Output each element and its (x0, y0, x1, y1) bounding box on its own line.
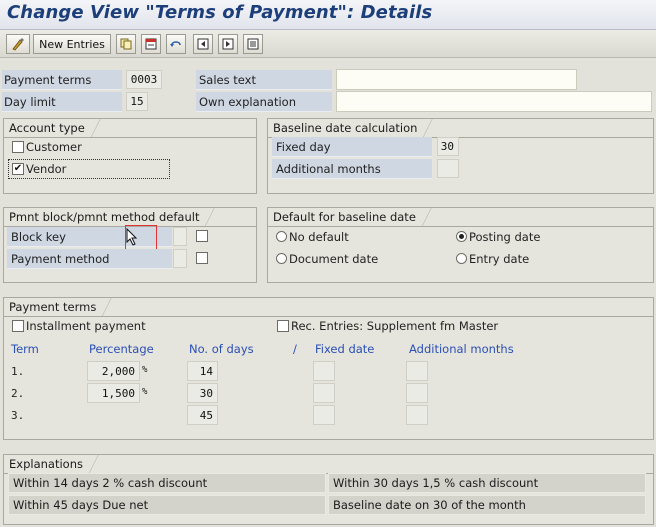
fixed-date-column-header: Fixed date (315, 342, 375, 356)
own-explanation-input[interactable] (336, 91, 652, 112)
mouse-cursor-icon (126, 227, 140, 249)
fixed-date-field[interactable] (313, 361, 335, 381)
percent-unit: % (142, 365, 148, 375)
payment-method-field[interactable] (173, 249, 187, 268)
column-separator: / (293, 342, 297, 356)
additional-months-cell[interactable] (406, 383, 428, 403)
sales-text-input[interactable] (336, 69, 577, 90)
copy-icon[interactable] (116, 34, 136, 54)
fixed-day-label: Fixed day (276, 140, 331, 154)
payment-terms-field[interactable]: 0003 (126, 70, 162, 89)
explanation-line: Within 14 days 2 % cash discount (8, 473, 326, 493)
customer-checkbox[interactable] (12, 141, 24, 153)
rec-entries-label: Rec. Entries: Supplement fm Master (291, 319, 499, 333)
undo-icon[interactable] (166, 34, 186, 54)
account-type-group: Account type (3, 118, 257, 194)
payment-terms-title: Payment terms (3, 297, 113, 317)
new-entries-button[interactable]: New Entries (33, 34, 111, 54)
additional-months-column-header: Additional months (409, 342, 514, 356)
day-limit-field[interactable]: 15 (126, 92, 148, 111)
payment-method-checkbox[interactable] (196, 252, 208, 264)
entry-date-radio[interactable] (456, 253, 467, 264)
days-field[interactable]: 14 (187, 361, 218, 381)
percentage-field[interactable]: 2,000 (87, 361, 140, 381)
previous-entry-icon[interactable] (218, 34, 238, 54)
no-of-days-column-header: No. of days (189, 342, 254, 356)
delete-icon[interactable] (141, 34, 161, 54)
no-default-label: No default (289, 230, 349, 244)
entry-date-label: Entry date (469, 252, 530, 266)
block-key-field[interactable] (173, 227, 187, 246)
posting-date-label: Posting date (469, 230, 541, 244)
page-title: Change View "Terms of Payment": Details (7, 2, 433, 23)
percent-unit: % (142, 387, 148, 397)
next-entry-icon[interactable] (243, 34, 263, 54)
explanation-line: Within 45 days Due net (8, 495, 326, 515)
day-limit-label: Day limit (4, 95, 56, 109)
term-column-header: Term (11, 342, 39, 356)
explanation-line: Within 30 days 1,5 % cash discount (328, 473, 646, 493)
account-type-title: Account type (3, 118, 101, 138)
additional-months-label: Additional months (276, 162, 381, 176)
own-explanation-label: Own explanation (199, 95, 296, 109)
rec-entries-checkbox[interactable] (277, 320, 289, 332)
baseline-date-calculation-title: Baseline date calculation (267, 118, 434, 138)
fixed-date-field[interactable] (313, 405, 335, 425)
document-date-radio[interactable] (276, 253, 287, 264)
payment-terms-label: Payment terms (4, 73, 92, 87)
days-field[interactable]: 30 (187, 383, 218, 403)
default-baseline-date-title: Default for baseline date (267, 207, 432, 227)
vendor-checkbox[interactable]: ✔ (12, 163, 24, 175)
term-number: 1. (11, 365, 25, 378)
percentage-column-header: Percentage (89, 342, 154, 356)
percentage-field[interactable]: 1,500 (87, 383, 140, 403)
first-entry-icon[interactable] (193, 34, 213, 54)
additional-months-field[interactable] (437, 159, 459, 178)
fixed-date-field[interactable] (313, 383, 335, 403)
explanations-title: Explanations (3, 454, 99, 474)
payment-block-title: Pmnt block/pmnt method default (3, 207, 216, 227)
additional-months-cell[interactable] (406, 361, 428, 381)
term-number: 3. (11, 409, 25, 422)
installment-payment-label: Installment payment (26, 319, 146, 333)
title-bar: Change View "Terms of Payment": Details (0, 0, 656, 30)
payment-method-label: Payment method (11, 252, 110, 266)
document-date-label: Document date (289, 252, 379, 266)
days-field[interactable]: 45 (187, 405, 218, 425)
explanation-line: Baseline date on 30 of the month (328, 495, 646, 515)
sales-text-label: Sales text (199, 73, 256, 87)
fixed-day-field[interactable]: 30 (437, 137, 459, 156)
vendor-label: Vendor (26, 162, 67, 176)
application-toolbar: New Entries (0, 30, 656, 58)
no-default-radio[interactable] (276, 231, 287, 242)
additional-months-cell[interactable] (406, 405, 428, 425)
block-key-checkbox[interactable] (196, 230, 208, 242)
customer-label: Customer (26, 140, 82, 154)
edit-toggle-icon[interactable] (6, 34, 30, 54)
block-key-label: Block key (11, 230, 66, 244)
posting-date-radio[interactable] (456, 231, 467, 242)
installment-payment-checkbox[interactable] (12, 320, 24, 332)
default-baseline-date-group: Default for baseline date (267, 207, 654, 283)
term-number: 2. (11, 387, 25, 400)
